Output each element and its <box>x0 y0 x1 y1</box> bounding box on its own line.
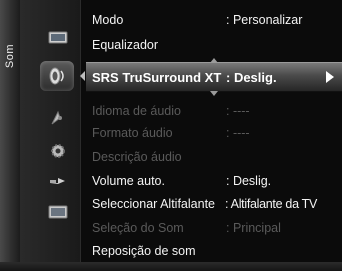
sound-menu-panel: Som Modo: Personalizar Equalizador SRS … <box>0 0 342 271</box>
bottom-strip <box>0 262 342 271</box>
menu-row-label: Equalizador <box>92 38 159 52</box>
menu-row-value: : Principal <box>226 221 281 235</box>
menu-row-label: SRS TruSurround XT <box>92 69 222 85</box>
menu-row-label: Descrição áudio <box>92 150 182 164</box>
category-icon-column <box>20 0 81 271</box>
menu-row-label: Volume auto. <box>92 174 165 188</box>
sound-icon[interactable] <box>40 61 74 91</box>
menu-row-label: Seleccionar Altifalante <box>92 197 215 211</box>
menu-row-volume-auto[interactable]: Volume auto. : Deslig. <box>86 170 342 192</box>
side-tab: Som <box>0 0 20 271</box>
input-icon[interactable] <box>46 170 70 192</box>
submenu-arrow-icon <box>326 71 334 83</box>
channel-icon[interactable] <box>46 107 70 129</box>
menu-row-label: Reposição de som <box>92 244 196 258</box>
menu-row-equalizador[interactable]: Equalizador <box>86 34 342 56</box>
menu-row-descricao-audio: Descrição áudio <box>86 146 342 168</box>
menu-row-label: Idioma de áudio <box>92 104 181 118</box>
menu-row-label: Modo <box>92 13 124 27</box>
menu-list: Modo : Personalizar Equalizador SRS TruS… <box>86 0 342 271</box>
scroll-down-icon <box>210 91 218 96</box>
menu-row-label: Formato áudio <box>92 126 173 140</box>
menu-row-selecao-do-som: Seleção do Som : Principal <box>86 217 342 239</box>
menu-row-seleccionar-altifalante[interactable]: Seleccionar Altifalante : Altifalante da… <box>86 193 342 215</box>
picture-icon[interactable] <box>46 27 70 49</box>
menu-row-label: Seleção do Som <box>92 221 184 235</box>
menu-row-value: : Altifalante da TV <box>225 197 318 211</box>
application-icon[interactable] <box>46 201 70 223</box>
menu-row-srs-trusurround-xt[interactable]: SRS TruSurround XT : Deslig. <box>86 62 342 92</box>
menu-row-modo[interactable]: Modo : Personalizar <box>86 9 342 31</box>
setup-icon[interactable] <box>46 140 70 162</box>
menu-row-value: : ---- <box>226 104 250 118</box>
menu-row-value: : Deslig. <box>226 174 272 188</box>
side-tab-label: Som <box>4 44 16 69</box>
menu-row-value: : Deslig. <box>226 69 277 85</box>
menu-row-value: : Personalizar <box>226 13 303 27</box>
menu-row-formato-audio: Formato áudio : ---- <box>86 122 342 144</box>
menu-row-value: : ---- <box>226 126 250 140</box>
menu-row-reposicao-de-som[interactable]: Reposição de som <box>86 240 342 262</box>
menu-row-idioma-de-audio: Idioma de áudio : ---- <box>86 100 342 122</box>
